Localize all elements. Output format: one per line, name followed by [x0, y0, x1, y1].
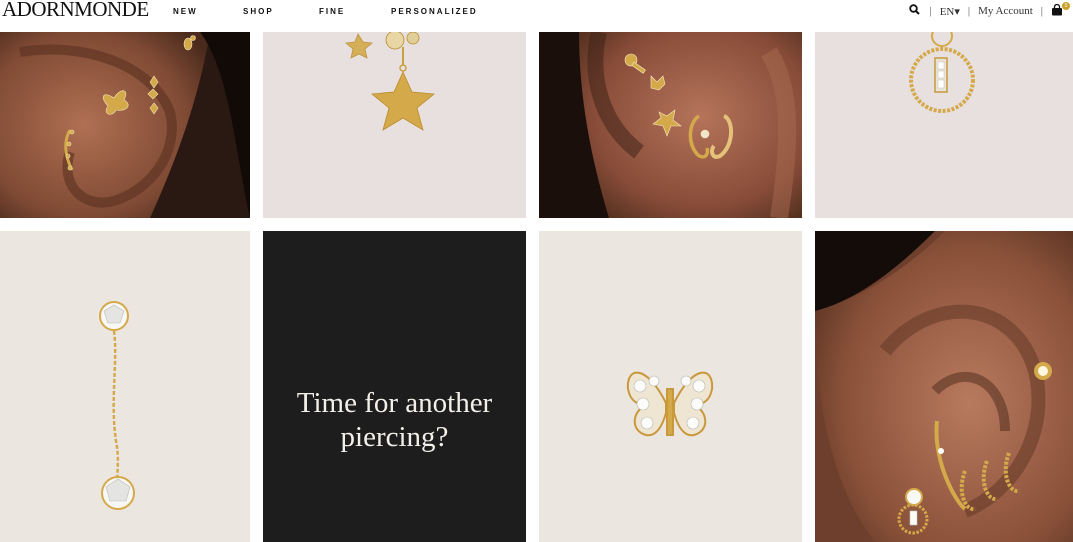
- separator: |: [1040, 5, 1043, 17]
- beaded-hoop-photo: [815, 32, 1073, 218]
- product-tile-butterfly-stud[interactable]: [539, 231, 802, 542]
- nav-item-shop[interactable]: SHOP: [243, 7, 274, 17]
- product-tile-diamond-drop-chain-earring[interactable]: [0, 231, 250, 542]
- promo-headline: Time for another piercing?: [263, 386, 526, 454]
- product-tile-star-charm-earring[interactable]: [263, 32, 526, 218]
- butterfly-stud-photo: [539, 231, 802, 542]
- cart-button[interactable]: 0: [1051, 2, 1070, 18]
- product-tile-beaded-hoop-charm[interactable]: [815, 32, 1073, 218]
- promo-headline-text: Time for another piercing?: [296, 387, 493, 453]
- language-selector[interactable]: EN▾: [940, 5, 960, 18]
- product-tile-ear-stack-butterfly[interactable]: [0, 32, 250, 218]
- separator: |: [967, 5, 971, 17]
- promo-tile[interactable]: Time for another piercing?: [263, 231, 526, 542]
- nav-item-personalized[interactable]: PERSONALIZED: [391, 7, 478, 17]
- site-header: ADORNMONDE NEW SHOP FINE PERSONALIZED | …: [0, 0, 1073, 25]
- utility-bar: | EN▾ | My Account | 0: [908, 2, 1070, 19]
- search-icon[interactable]: [908, 4, 920, 18]
- product-tile-ear-stack-key-cross[interactable]: [539, 32, 802, 218]
- star-charm-photo: [263, 32, 526, 218]
- nav-item-fine[interactable]: FINE: [319, 7, 345, 17]
- nav-item-new[interactable]: NEW: [173, 7, 198, 17]
- separator: |: [929, 5, 932, 17]
- ear-stack-photo: [815, 231, 1073, 542]
- ear-stack-photo: [539, 32, 802, 218]
- diamond-drop-photo: [0, 231, 250, 542]
- my-account-link[interactable]: My Account: [978, 5, 1033, 17]
- brand-logo[interactable]: ADORNMONDE: [2, 0, 149, 21]
- cart-count-badge: 0: [1062, 2, 1070, 10]
- ear-stack-photo: [0, 32, 250, 218]
- product-tile-ear-stack-rings[interactable]: [815, 231, 1073, 542]
